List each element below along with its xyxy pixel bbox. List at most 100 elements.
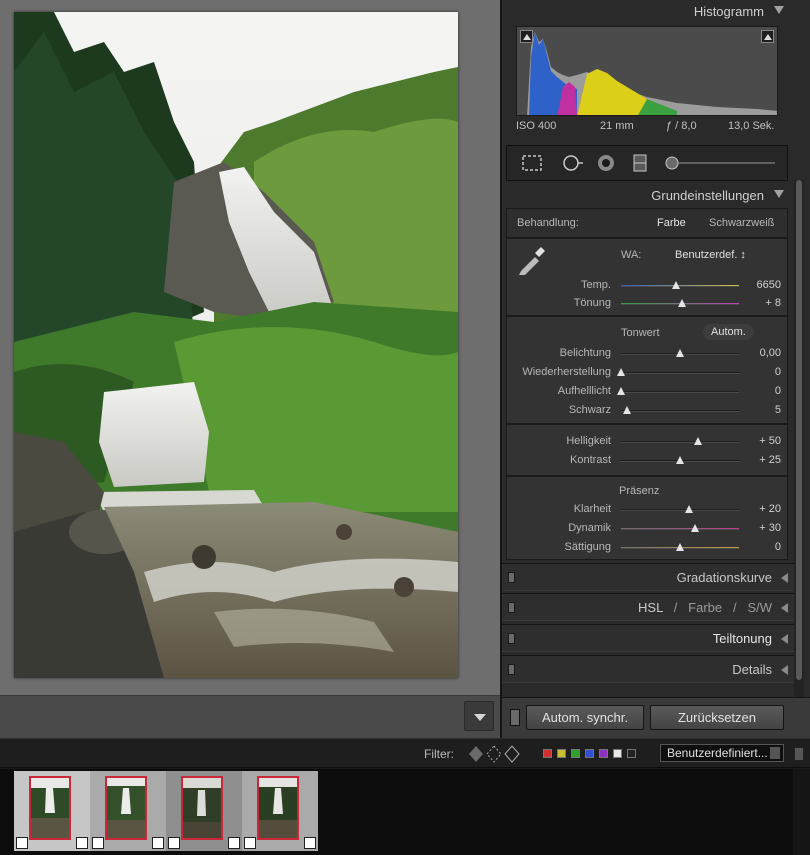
brightness-label: Helligkeit: [566, 435, 611, 447]
recovery-slider-thumb[interactable]: [617, 368, 625, 376]
tint-slider-thumb[interactable]: [678, 299, 687, 307]
temp-slider[interactable]: [621, 281, 739, 289]
tint-slider[interactable]: [621, 299, 739, 307]
panel-toggle-switch[interactable]: [508, 602, 515, 613]
treatment-label: Behandlung:: [517, 217, 579, 229]
treatment-row: Behandlung: Farbe Schwarzweiß: [506, 208, 788, 238]
exposure-slider[interactable]: [621, 349, 739, 357]
basic-header[interactable]: Grundeinstellungen: [502, 184, 794, 208]
treatment-bw-option[interactable]: Schwarzweiß: [709, 217, 774, 229]
exposure-slider-thumb[interactable]: [676, 349, 684, 357]
bw-tab[interactable]: S/W: [747, 600, 772, 615]
color-label-filter[interactable]: [585, 749, 594, 758]
chevron-updown-icon: [770, 747, 780, 759]
auto-sync-button[interactable]: Autom. synchr.: [526, 705, 644, 730]
brightness-slider-thumb[interactable]: [693, 437, 702, 445]
crop-icon[interactable]: [521, 153, 543, 173]
filmstrip-filter-bar: Filter: Benutzerdefiniert...: [0, 738, 810, 768]
panel-toggle-switch[interactable]: [508, 633, 515, 644]
eyedropper-icon[interactable]: [517, 245, 545, 275]
clarity-value[interactable]: + 20: [743, 503, 781, 515]
filter-label: Filter:: [424, 747, 454, 761]
expand-triangle-icon: [781, 603, 788, 613]
panel-scroll-thumb[interactable]: [796, 180, 802, 680]
filmstrip-thumbnail[interactable]: [14, 771, 90, 851]
reset-button[interactable]: Zurücksetzen: [650, 705, 784, 730]
saturation-value[interactable]: 0: [743, 541, 781, 553]
sync-toggle-switch[interactable]: [510, 709, 520, 726]
waterfall-image: [14, 12, 458, 678]
vibrance-slider-thumb[interactable]: [691, 524, 700, 532]
color-label-filter[interactable]: [543, 749, 552, 758]
fill-light-slider[interactable]: [617, 387, 739, 395]
recovery-slider[interactable]: [617, 368, 739, 376]
split-toning-panel-header[interactable]: Teiltonung: [502, 624, 794, 652]
blacks-slider-thumb[interactable]: [622, 406, 631, 414]
details-panel-header[interactable]: Details: [502, 655, 794, 683]
color-label-filter[interactable]: [613, 749, 622, 758]
metadata-badge-icon: [92, 837, 104, 849]
spot-removal-icon[interactable]: [561, 153, 583, 173]
brightness-value[interactable]: + 50: [743, 435, 781, 447]
filmstrip-thumbnail[interactable]: [90, 771, 166, 851]
image-preview-area: [0, 0, 500, 738]
blacks-label: Schwarz: [568, 404, 611, 416]
panel-toggle-switch[interactable]: [508, 664, 515, 675]
brightness-contrast-block: Helligkeit + 50 Kontrast + 25: [506, 424, 788, 476]
wb-label: WA:: [621, 249, 642, 261]
blacks-value[interactable]: 5: [743, 404, 781, 416]
treatment-color-option[interactable]: Farbe: [657, 217, 686, 229]
tint-value[interactable]: + 8: [743, 297, 781, 309]
filmstrip-thumbnail[interactable]: [242, 771, 318, 851]
auto-tone-button[interactable]: Autom.: [703, 324, 754, 340]
tone-curve-panel-header[interactable]: Gradationskurve: [502, 563, 794, 591]
adjustment-brush-icon[interactable]: [663, 153, 781, 173]
flag-filter-icon[interactable]: [468, 744, 524, 764]
histogram-header[interactable]: Histogramm: [502, 0, 794, 24]
temp-slider-thumb[interactable]: [672, 281, 681, 289]
contrast-value[interactable]: + 25: [743, 454, 781, 466]
recovery-value[interactable]: 0: [743, 366, 781, 378]
white-balance-block: WA: Benutzerdef. ↕ Temp. 6650 Tönung + 8: [506, 238, 788, 316]
clarity-slider[interactable]: [621, 505, 739, 513]
filmstrip-scrollbar[interactable]: [793, 769, 810, 855]
temp-value[interactable]: 6650: [743, 279, 781, 291]
exposure-value[interactable]: 0,00: [743, 347, 781, 359]
hsl-tab[interactable]: HSL: [638, 600, 663, 615]
fill-light-slider-thumb[interactable]: [617, 387, 625, 395]
vibrance-label: Dynamik: [568, 522, 611, 534]
color-label-filter[interactable]: [599, 749, 608, 758]
vibrance-value[interactable]: + 30: [743, 522, 781, 534]
filmstrip-thumbnail[interactable]: [166, 771, 242, 851]
contrast-slider[interactable]: [621, 456, 739, 464]
vibrance-slider[interactable]: [621, 524, 739, 532]
color-label-filter[interactable]: [627, 749, 636, 758]
blacks-slider[interactable]: [621, 406, 739, 414]
tint-label: Tönung: [573, 297, 611, 309]
fill-light-value[interactable]: 0: [743, 385, 781, 397]
color-tab[interactable]: Farbe: [688, 600, 722, 615]
graduated-filter-icon[interactable]: [629, 153, 651, 173]
filter-toggle-switch[interactable]: [794, 747, 804, 761]
panel-scrollbar[interactable]: [794, 180, 804, 700]
shutter-value: 13,0 Sek.: [728, 120, 775, 132]
clarity-slider-thumb[interactable]: [685, 505, 694, 513]
toolbar-menu-button[interactable]: [464, 701, 494, 731]
saturation-slider-thumb[interactable]: [676, 543, 684, 551]
highlight-clipping-button[interactable]: [761, 30, 774, 43]
color-label-filter[interactable]: [571, 749, 580, 758]
waterfall-photo[interactable]: [14, 12, 458, 678]
develop-panel: Histogramm ISO 400 21 mm ƒ / 8,0 13,0 Se…: [500, 0, 810, 738]
hsl-panel-header[interactable]: HSL / Farbe / S/W: [502, 593, 794, 621]
contrast-slider-thumb[interactable]: [676, 456, 684, 464]
panel-toggle-switch[interactable]: [508, 572, 515, 583]
details-title: Details: [732, 662, 772, 677]
brightness-slider[interactable]: [621, 437, 739, 445]
filter-preset-select[interactable]: Benutzerdefiniert...: [660, 744, 784, 762]
color-label-filter[interactable]: [557, 749, 566, 758]
contrast-label: Kontrast: [570, 454, 611, 466]
saturation-slider[interactable]: [621, 543, 739, 551]
red-eye-icon[interactable]: [595, 153, 617, 173]
wb-select[interactable]: Benutzerdef. ↕: [675, 249, 746, 261]
shadow-clipping-button[interactable]: [520, 30, 533, 43]
